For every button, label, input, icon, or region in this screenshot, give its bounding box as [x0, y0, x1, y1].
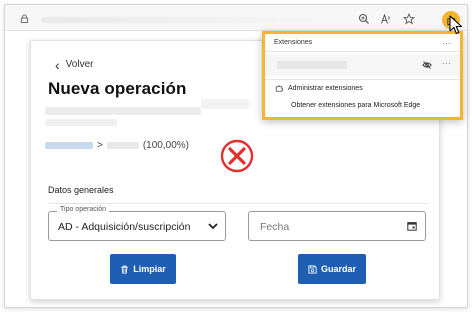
redacted-text: [201, 99, 249, 109]
operation-type-legend: Tipo operación: [57, 206, 110, 213]
operation-type-value: AD - Adquisición/suscripción: [58, 221, 191, 233]
read-aloud-icon[interactable]: [380, 13, 392, 25]
section-label: Datos generales: [48, 185, 114, 195]
redacted-text: [45, 107, 201, 115]
manage-extensions-link[interactable]: Administrar extensiones: [275, 84, 363, 92]
clear-button-label: Limpiar: [133, 264, 166, 274]
lock-icon: [20, 14, 29, 23]
extensions-header: Extensiones: [274, 39, 313, 46]
breadcrumb-separator: >: [97, 140, 103, 151]
puzzle-icon: [275, 85, 283, 92]
redacted-text: [45, 119, 117, 126]
favorite-star-icon[interactable]: [403, 13, 415, 25]
page-title: Nueva operación: [48, 79, 187, 98]
divider: [265, 51, 460, 52]
save-disk-icon: [308, 264, 317, 274]
mouse-cursor-icon: [449, 15, 463, 35]
back-link[interactable]: ‹ Volver: [55, 56, 94, 73]
clear-button[interactable]: Limpiar: [110, 254, 176, 284]
back-label: Volver: [65, 59, 94, 70]
redacted-extension-name: [277, 61, 347, 69]
zoom-icon[interactable]: [358, 13, 370, 25]
divider: [48, 203, 428, 204]
operation-type-select[interactable]: Tipo operación AD - Adquisición/suscripc…: [48, 206, 226, 241]
chevron-down-icon: [208, 223, 218, 230]
divider: [265, 79, 460, 80]
calendar-icon[interactable]: [407, 221, 417, 231]
visibility-off-icon[interactable]: [422, 60, 432, 70]
breadcrumb-percent: (100,00%): [142, 140, 189, 151]
breadcrumb: > (100,00%): [45, 140, 189, 151]
date-placeholder: Fecha: [260, 221, 290, 233]
save-button[interactable]: Guardar: [298, 254, 366, 284]
manage-extensions-label: Administrar extensiones: [288, 84, 363, 92]
date-field[interactable]: Fecha: [248, 211, 426, 241]
screenshot-frame: ‹ Volver Nueva operación > (100,00%) Dat…: [0, 0, 472, 314]
extension-item[interactable]: ...: [265, 54, 460, 76]
error-x-icon: [220, 139, 254, 173]
get-extensions-link[interactable]: Obtener extensiones para Microsoft Edge: [291, 102, 420, 109]
chevron-left-icon: ‹: [55, 56, 60, 73]
redacted-text: [106, 142, 139, 149]
browser-toolbar: [5, 5, 467, 31]
trash-icon: [121, 265, 128, 274]
address-bar[interactable]: [41, 17, 341, 23]
more-options-button[interactable]: ...: [442, 37, 452, 46]
save-button-label: Guardar: [320, 264, 356, 274]
redacted-link[interactable]: [45, 142, 93, 149]
extensions-popup: Extensiones ... ... Administrar extensio…: [262, 31, 463, 120]
extension-more-button[interactable]: ...: [442, 57, 452, 66]
